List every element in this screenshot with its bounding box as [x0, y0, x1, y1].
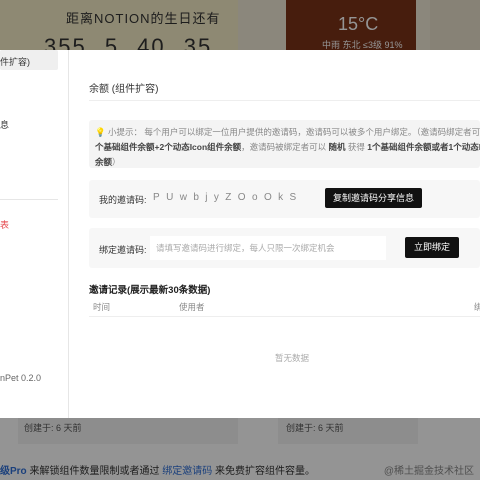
my-invite-code-label: 我的邀请码:: [99, 195, 147, 205]
settings-modal: 息 件扩容) 表 nPet 0.2.0 余额 (组件扩容) 💡 小提示： 每个用…: [0, 50, 480, 418]
sidebar-item-label: 件扩容): [0, 57, 30, 67]
bind-invite-code-label: 绑定邀请码:: [99, 245, 147, 255]
empty-state-text: 暂无数据: [275, 353, 310, 363]
tip-text-part: 获得: [345, 142, 368, 152]
tip-text-part: ，邀请码被绑定者可以: [241, 142, 329, 152]
tip-text: 💡 小提示： 每个用户可以绑定一位用户提供的邀请码，邀请码可以被多个用户绑定。（…: [95, 125, 480, 168]
page-title: 余额 (组件扩容): [89, 84, 159, 95]
tip-highlight: 随机: [328, 142, 346, 152]
sidebar-item-danger[interactable]: 表: [0, 218, 9, 231]
records-table-header: 时间 使用者 绑: [89, 296, 480, 317]
bind-now-button[interactable]: 立即绑定: [405, 237, 459, 258]
balance-panel: 余额 (组件扩容) 💡 小提示： 每个用户可以绑定一位用户提供的邀请码，邀请码可…: [89, 50, 480, 418]
sidebar-divider: [0, 199, 58, 200]
tip-label: 小提示：: [107, 127, 142, 137]
tip-text-part: ）: [112, 157, 121, 167]
divider: [89, 100, 480, 101]
tip-box: 💡 小提示： 每个用户可以绑定一位用户提供的邀请码，邀请码可以被多个用户绑定。（…: [89, 120, 480, 168]
bind-invite-code-section: 绑定邀请码: 立即绑定: [89, 228, 480, 268]
my-invite-code-section: 我的邀请码: PUwbjyZOoOkS 复制邀请码分享信息: [89, 180, 480, 218]
my-invite-code-value: PUwbjyZOoOkS: [153, 192, 303, 203]
sidebar-item-balance[interactable]: 件扩容): [0, 50, 58, 70]
lightbulb-icon: 💡: [95, 127, 106, 137]
sidebar-item-info[interactable]: 息: [0, 118, 9, 131]
invite-code-input[interactable]: [150, 236, 386, 260]
tip-text-part: 每个用户可以绑定一位用户提供的邀请码，邀请码可以被多个用户绑定。（邀请码绑定者可…: [141, 127, 480, 137]
app-version: nPet 0.2.0: [0, 373, 42, 383]
copy-invite-code-button[interactable]: 复制邀请码分享信息: [325, 188, 422, 208]
column-header-user: 使用者: [179, 302, 205, 312]
records-title: 邀请记录(展示最新30条数据): [89, 285, 211, 296]
settings-sidebar: 息 件扩容) 表 nPet 0.2.0: [0, 50, 69, 418]
column-header-time: 时间: [93, 302, 111, 312]
column-header-bind: 绑: [474, 302, 480, 312]
